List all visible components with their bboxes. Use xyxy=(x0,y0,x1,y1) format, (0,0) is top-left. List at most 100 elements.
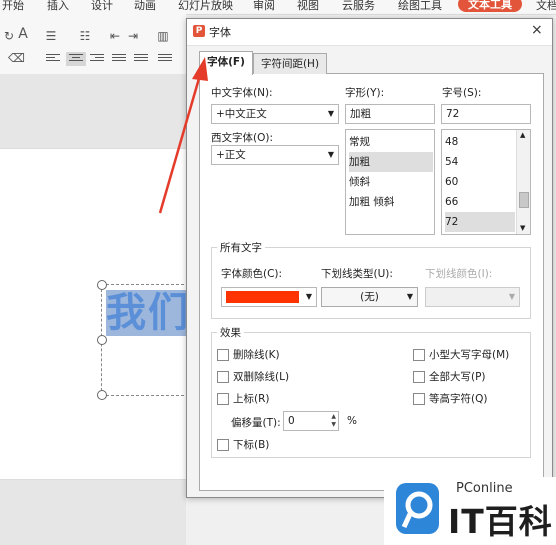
close-icon[interactable]: × xyxy=(531,22,543,38)
font-color-label: 字体颜色(C): xyxy=(221,268,283,280)
style-input[interactable]: 加粗 xyxy=(345,104,435,124)
numbering-icon[interactable]: ☷ xyxy=(78,30,92,42)
font-dialog: P 字体 × 字体(F) 字符间距(H) 中文字体(N): +中文正文 ▼ 西文… xyxy=(186,18,553,498)
tab-drawing-tools[interactable]: 绘图工具 xyxy=(398,0,442,13)
chinese-font-value: +中文正文 xyxy=(216,108,267,120)
subscript-checkbox[interactable] xyxy=(217,439,229,451)
underline-color-label: 下划线颜色(I): xyxy=(425,268,493,280)
chevron-down-icon: ▼ xyxy=(327,150,334,159)
resize-handle[interactable] xyxy=(97,280,107,290)
indent-icon[interactable]: ⇤ xyxy=(108,30,122,42)
resize-handle[interactable] xyxy=(97,390,107,400)
size-label: 字号(S): xyxy=(442,87,482,99)
equal-height-checkbox[interactable] xyxy=(413,393,425,405)
list-item[interactable]: 倾斜 xyxy=(349,172,433,192)
font-size-icon[interactable]: A xyxy=(16,27,30,41)
dialog-titlebar[interactable]: P 字体 × xyxy=(187,19,552,46)
list-item[interactable]: 54 xyxy=(445,152,515,172)
chevron-down-icon: ▼ xyxy=(305,292,312,301)
size-input[interactable]: 72 xyxy=(441,104,531,124)
all-text-title: 所有文字 xyxy=(217,240,265,255)
size-list[interactable]: 48 54 60 66 72 ▲ ▼ xyxy=(441,129,531,235)
watermark-brand-top: PConline xyxy=(456,481,513,496)
double-strikethrough-checkbox[interactable] xyxy=(217,371,229,383)
underline-color-select[interactable]: ▼ xyxy=(425,287,520,307)
offset-label: 偏移量(T): xyxy=(231,417,281,429)
watermark: PConline IT百科 xyxy=(384,477,556,545)
list-item[interactable]: 常规 xyxy=(349,132,433,152)
style-list[interactable]: 常规 加粗 倾斜 加粗 倾斜 xyxy=(345,129,435,235)
tab-home[interactable]: 开始 xyxy=(2,0,24,13)
offset-unit: % xyxy=(347,415,357,427)
outdent-icon[interactable]: ⇥ xyxy=(126,30,140,42)
app-logo-icon: P xyxy=(193,25,205,37)
tab-design[interactable]: 设计 xyxy=(91,0,113,13)
double-strikethrough-label: 双删除线(L) xyxy=(233,371,290,383)
resize-handle[interactable] xyxy=(97,335,107,345)
scroll-down-icon[interactable]: ▼ xyxy=(520,224,525,232)
chinese-font-label: 中文字体(N): xyxy=(211,87,273,99)
tab-cloud[interactable]: 云服务 xyxy=(342,0,375,13)
small-caps-label: 小型大写字母(M) xyxy=(429,349,510,361)
superscript-label: 上标(R) xyxy=(233,393,270,405)
all-caps-checkbox[interactable] xyxy=(413,371,425,383)
spin-down-icon[interactable]: ▼ xyxy=(331,421,336,428)
ribbon-tab-bar: 开始 插入 设计 动画 幻灯片放映 审阅 视图 云服务 绘图工具 文本工具 文档 xyxy=(0,0,556,15)
align-center-icon[interactable] xyxy=(66,52,86,66)
strikethrough-label: 删除线(K) xyxy=(233,349,280,361)
scrollbar[interactable]: ▲ ▼ xyxy=(516,130,530,234)
offset-value: 0 xyxy=(288,415,295,427)
effects-title: 效果 xyxy=(217,325,244,340)
spin-up-icon[interactable]: ▲ xyxy=(331,413,336,420)
tab-doc[interactable]: 文档 xyxy=(536,0,556,13)
justify-icon[interactable] xyxy=(112,54,126,64)
underline-type-value: (无) xyxy=(360,291,379,303)
list-item-selected[interactable]: 加粗 xyxy=(349,152,433,172)
tab-animation[interactable]: 动画 xyxy=(134,0,156,13)
scroll-up-icon[interactable]: ▲ xyxy=(520,131,525,139)
subscript-label: 下标(B) xyxy=(233,439,270,451)
pconline-logo-icon xyxy=(396,483,439,534)
slide-text[interactable]: 我们 xyxy=(106,290,186,336)
small-caps-checkbox[interactable] xyxy=(413,349,425,361)
style-value: 加粗 xyxy=(350,108,371,120)
western-font-label: 西文字体(O): xyxy=(211,132,273,144)
align-left-icon[interactable] xyxy=(46,54,60,64)
tab-review[interactable]: 审阅 xyxy=(253,0,275,13)
font-color-select[interactable]: ▼ xyxy=(221,287,317,307)
eraser-icon[interactable]: ⌫ xyxy=(8,52,25,64)
size-value: 72 xyxy=(446,108,460,120)
annotation-arrow-icon xyxy=(158,57,208,214)
chinese-font-select[interactable]: +中文正文 ▼ xyxy=(211,104,339,124)
distribute-icon[interactable] xyxy=(134,54,148,64)
dialog-title: 字体 xyxy=(209,26,231,39)
western-font-select[interactable]: +正文 ▼ xyxy=(211,145,339,165)
bullets-icon[interactable]: ☰ xyxy=(44,30,58,42)
chevron-down-icon: ▼ xyxy=(327,109,334,118)
watermark-brand-main: IT百科 xyxy=(448,502,553,541)
style-label: 字形(Y): xyxy=(345,87,385,99)
superscript-checkbox[interactable] xyxy=(217,393,229,405)
scroll-thumb[interactable] xyxy=(519,192,529,208)
list-item[interactable]: 48 xyxy=(445,132,515,152)
tab-char-spacing[interactable]: 字符间距(H) xyxy=(253,53,327,74)
list-item[interactable]: 66 xyxy=(445,192,515,212)
equal-height-label: 等高字符(Q) xyxy=(429,393,488,405)
all-text-group xyxy=(211,247,531,319)
align-right-icon[interactable] xyxy=(90,54,104,64)
tab-slideshow[interactable]: 幻灯片放映 xyxy=(178,0,233,13)
rotate-icon[interactable]: ↻ xyxy=(2,30,16,42)
color-swatch xyxy=(226,291,299,303)
tab-text-tools[interactable]: 文本工具 xyxy=(458,0,522,12)
offset-stepper[interactable]: 0 ▲ ▼ xyxy=(283,411,339,431)
list-item[interactable]: 加粗 倾斜 xyxy=(349,192,433,212)
tab-view[interactable]: 视图 xyxy=(297,0,319,13)
underline-type-label: 下划线类型(U): xyxy=(321,268,393,280)
list-item-selected[interactable]: 72 xyxy=(445,212,515,232)
columns-icon[interactable]: ▥ xyxy=(156,30,170,42)
underline-type-select[interactable]: (无) ▼ xyxy=(321,287,418,307)
tab-insert[interactable]: 插入 xyxy=(47,0,69,13)
list-item[interactable]: 60 xyxy=(445,172,515,192)
all-caps-label: 全部大写(P) xyxy=(429,371,486,383)
strikethrough-checkbox[interactable] xyxy=(217,349,229,361)
